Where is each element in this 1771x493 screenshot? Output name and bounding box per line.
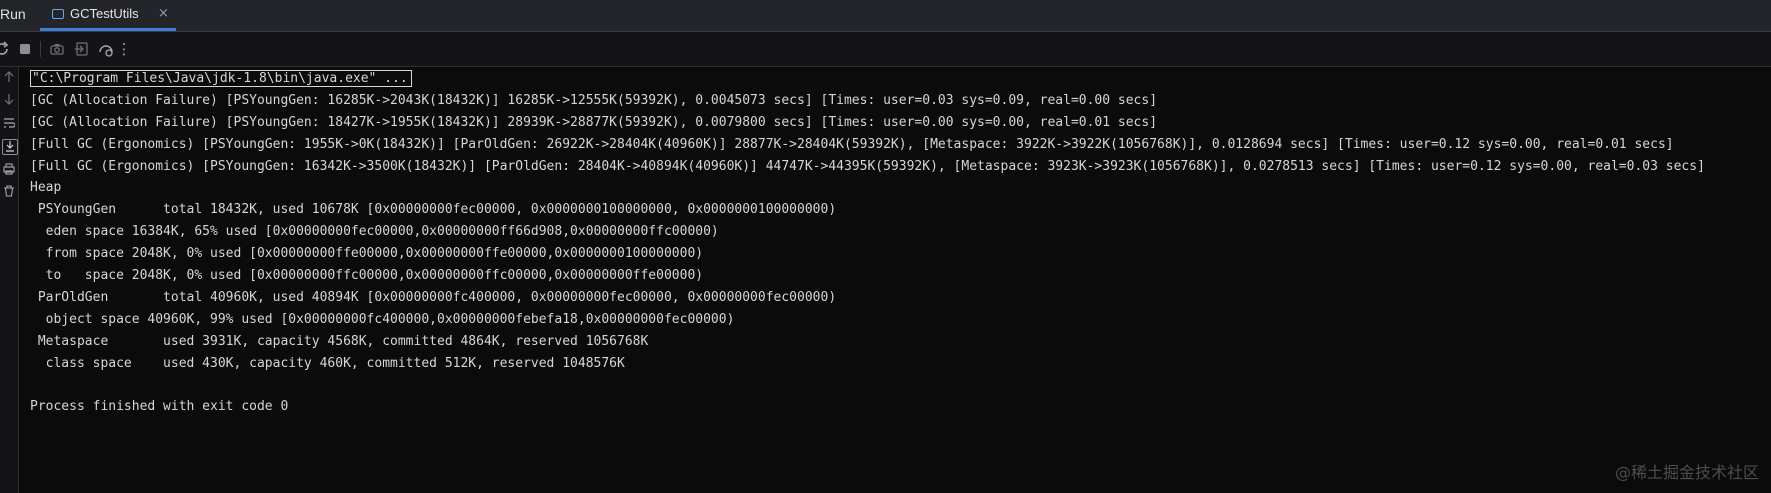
console-line: [Full GC (Ergonomics) [PSYoungGen: 16342… [30,158,1705,174]
trash-icon[interactable] [2,185,16,199]
scroll-to-end-icon[interactable] [2,139,18,155]
up-arrow-icon[interactable] [2,71,16,85]
console-side-toolbar [0,67,19,493]
import-icon[interactable] [74,41,90,57]
tab-gctestutils[interactable]: GCTestUtils × [40,0,176,31]
rerun-icon[interactable] [0,41,10,57]
console-tab-icon [52,9,64,19]
tab-title: GCTestUtils [70,6,139,21]
console-output[interactable]: "C:\Program Files\Java\jdk-1.8\bin\java.… [30,68,1760,488]
console-line: PSYoungGen total 18432K, used 10678K [0x… [30,202,837,218]
console-line: ParOldGen total 40960K, used 40894K [0x0… [30,289,837,305]
console-line: [Full GC (Ergonomics) [PSYoungGen: 1955K… [30,136,1674,152]
console-line-command[interactable]: "C:\Program Files\Java\jdk-1.8\bin\java.… [30,68,1760,90]
tool-window-tabbar: Run GCTestUtils × [0,0,1771,32]
close-icon[interactable]: × [158,6,169,21]
down-arrow-icon[interactable] [2,93,16,107]
active-tab-indicator [40,28,176,31]
console-text: "C:\Program Files\Java\jdk-1.8\bin\java.… [30,68,1760,418]
run-tool-window-label[interactable]: Run [0,6,26,22]
console-line: eden space 16384K, 65% used [0x00000000f… [30,224,719,240]
console-line: from space 2048K, 0% used [0x00000000ffe… [30,246,704,262]
console-line: class space used 430K, capacity 460K, co… [30,355,625,371]
console-line: to space 2048K, 0% used [0x00000000ffc00… [30,268,704,284]
console-line-exit: Process finished with exit code 0 [30,399,289,415]
toolbar-divider [40,41,41,57]
console-line: Metaspace used 3931K, capacity 4568K, co… [30,333,649,349]
console-line: Heap [30,180,62,196]
more-icon[interactable]: ⋮ [116,41,132,57]
watermark: @稀土掘金技术社区 [1614,463,1759,482]
settings-icon[interactable] [98,41,114,57]
camera-icon[interactable] [49,41,65,57]
stop-icon[interactable] [17,41,33,57]
soft-wrap-icon[interactable] [2,117,16,131]
console-line: [GC (Allocation Failure) [PSYoungGen: 18… [30,114,1158,130]
print-icon[interactable] [2,163,16,177]
run-toolbar: ⋮ [0,32,1771,67]
console-line: [GC (Allocation Failure) [PSYoungGen: 16… [30,92,1158,108]
console-line: object space 40960K, 99% used [0x0000000… [30,311,735,327]
